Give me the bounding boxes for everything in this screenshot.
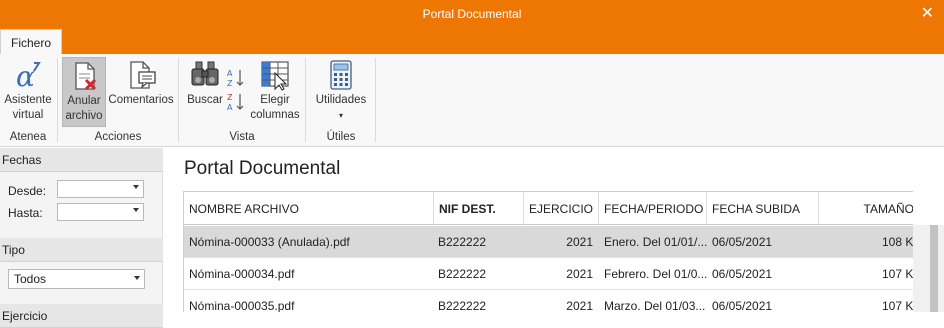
cell-tamano: 108 KB xyxy=(882,235,913,249)
binoculars-icon xyxy=(191,61,219,86)
cell-periodo: Enero. Del 01/01/... xyxy=(604,235,707,249)
close-icon[interactable]: ✕ xyxy=(921,3,934,23)
group-atenea: α Asistente virtual Atenea xyxy=(0,54,56,147)
column-header-nombre[interactable]: NOMBRE ARCHIVO xyxy=(184,192,434,225)
table-row[interactable]: Nómina-000033 (Anulada).pdf B222222 2021… xyxy=(184,226,913,258)
column-header-subida[interactable]: FECHA SUBIDA xyxy=(707,192,819,225)
cancel-file-icon xyxy=(75,62,97,91)
tipo-section-header: Tipo xyxy=(0,238,163,262)
desde-label: Desde: xyxy=(8,184,47,198)
table-row[interactable]: Nómina-000035.pdf B222222 2021 Marzo. De… xyxy=(184,290,913,312)
anular-label-2: archivo xyxy=(65,110,103,122)
group-acciones: Anular archivo Comentarios Acciones xyxy=(60,54,176,147)
group-label-atenea: Atenea xyxy=(9,131,47,143)
cell-periodo: Marzo. Del 01/03... xyxy=(604,299,706,312)
cell-tamano: 107 KB xyxy=(882,267,913,281)
cell-subida: 06/05/2021 xyxy=(712,299,773,312)
utilidades-label: Utilidades xyxy=(315,94,367,106)
group-label-utiles: Útiles xyxy=(326,131,356,143)
utilidades-button[interactable]: Utilidades ▾ xyxy=(310,57,372,127)
elegir-columnas-button[interactable]: Elegir columnas xyxy=(249,57,301,127)
cell-nif: B222222 xyxy=(438,267,487,281)
chevron-down-icon xyxy=(133,208,139,212)
alpha-icon: α xyxy=(16,60,41,91)
elegir-label-2: columnas xyxy=(250,109,300,121)
chevron-down-icon xyxy=(134,276,140,280)
tipo-selected-value: Todos xyxy=(14,272,47,286)
sort-ascending-button[interactable]: A Z xyxy=(227,68,245,88)
comentarios-label: Comentarios xyxy=(108,94,174,106)
group-utiles: Utilidades ▾ Útiles xyxy=(308,54,374,147)
cell-nif: B222222 xyxy=(438,299,487,312)
page-title: Portal Documental xyxy=(184,158,341,179)
cell-ejercicio: 2021 xyxy=(566,299,593,312)
ribbon-separator xyxy=(375,58,376,142)
chevron-down-icon xyxy=(133,185,139,189)
ejercicio-section-header: Ejercicio xyxy=(0,304,163,328)
column-header-ejercicio[interactable]: EJERCICIO xyxy=(524,192,599,225)
calculator-icon xyxy=(330,60,352,90)
group-label-vista: Vista xyxy=(229,131,255,143)
comments-icon xyxy=(130,61,156,89)
asistente-label-1: Asistente xyxy=(4,94,52,106)
cell-subida: 06/05/2021 xyxy=(712,267,773,281)
title-bar: Portal Documental ✕ xyxy=(0,0,944,29)
sort-az-icon: A Z xyxy=(227,69,244,88)
cell-nombre: Nómina-000034.pdf xyxy=(189,267,295,281)
svg-text:A: A xyxy=(227,103,233,112)
ribbon-separator xyxy=(57,58,58,142)
asistente-label-2: virtual xyxy=(12,109,44,121)
column-header-periodo[interactable]: FECHA/PERIODO xyxy=(599,192,707,225)
table-row[interactable]: Nómina-000034.pdf B222222 2021 Febrero. … xyxy=(184,258,913,290)
asistente-virtual-button[interactable]: α Asistente virtual xyxy=(2,57,54,127)
comentarios-button[interactable]: Comentarios xyxy=(108,57,174,127)
cell-nombre: Nómina-000033 (Anulada).pdf xyxy=(189,235,350,249)
filter-sidebar: Fechas Desde: Hasta: Tipo Todos Ejercici… xyxy=(0,148,163,328)
svg-text:α: α xyxy=(16,60,35,91)
vertical-scrollbar[interactable] xyxy=(913,225,944,312)
desde-date-picker[interactable] xyxy=(57,180,144,198)
cell-ejercicio: 2021 xyxy=(566,235,593,249)
svg-text:Z: Z xyxy=(227,93,233,102)
tab-fichero[interactable]: Fichero xyxy=(0,29,62,54)
ribbon-separator xyxy=(178,58,179,142)
columns-icon xyxy=(261,61,289,91)
cell-nombre: Nómina-000035.pdf xyxy=(189,299,295,312)
hasta-date-picker[interactable] xyxy=(57,203,144,221)
ribbon-separator xyxy=(305,58,306,142)
ribbon: α Asistente virtual Atenea Anular archiv… xyxy=(0,54,944,147)
anular-label-1: Anular xyxy=(67,95,101,107)
group-label-acciones: Acciones xyxy=(94,131,142,143)
anular-archivo-button[interactable]: Anular archivo xyxy=(62,57,106,127)
tipo-select[interactable]: Todos xyxy=(8,269,145,289)
column-header-tamano[interactable]: TAMAÑO xyxy=(819,192,913,225)
window-title: Portal Documental xyxy=(422,7,522,21)
sort-za-icon: Z A xyxy=(227,93,244,112)
hasta-label: Hasta: xyxy=(8,206,43,220)
group-vista: Buscar A Z Z A Elegir columnas Vista xyxy=(181,54,303,147)
scrollbar-thumb[interactable] xyxy=(930,225,938,312)
cell-subida: 06/05/2021 xyxy=(712,235,773,249)
documents-table: NOMBRE ARCHIVO NIF DEST. EJERCICIO FECHA… xyxy=(183,191,913,312)
fechas-section-header: Fechas xyxy=(0,148,163,172)
chevron-down-icon: ▾ xyxy=(338,111,343,120)
cell-nif: B222222 xyxy=(438,235,487,249)
sort-descending-button[interactable]: Z A xyxy=(227,92,245,112)
cell-periodo: Febrero. Del 01/0... xyxy=(604,267,707,281)
buscar-button[interactable]: Buscar xyxy=(185,57,225,127)
elegir-label-1: Elegir xyxy=(260,94,290,106)
cell-ejercicio: 2021 xyxy=(566,267,593,281)
svg-text:Z: Z xyxy=(227,79,233,88)
buscar-label: Buscar xyxy=(187,94,223,106)
svg-text:A: A xyxy=(227,69,233,78)
cell-tamano: 107 KB xyxy=(882,299,913,312)
table-header: NOMBRE ARCHIVO NIF DEST. EJERCICIO FECHA… xyxy=(184,192,913,225)
column-header-nif[interactable]: NIF DEST. xyxy=(434,192,524,225)
ribbon-tab-bar: Fichero xyxy=(0,29,944,54)
